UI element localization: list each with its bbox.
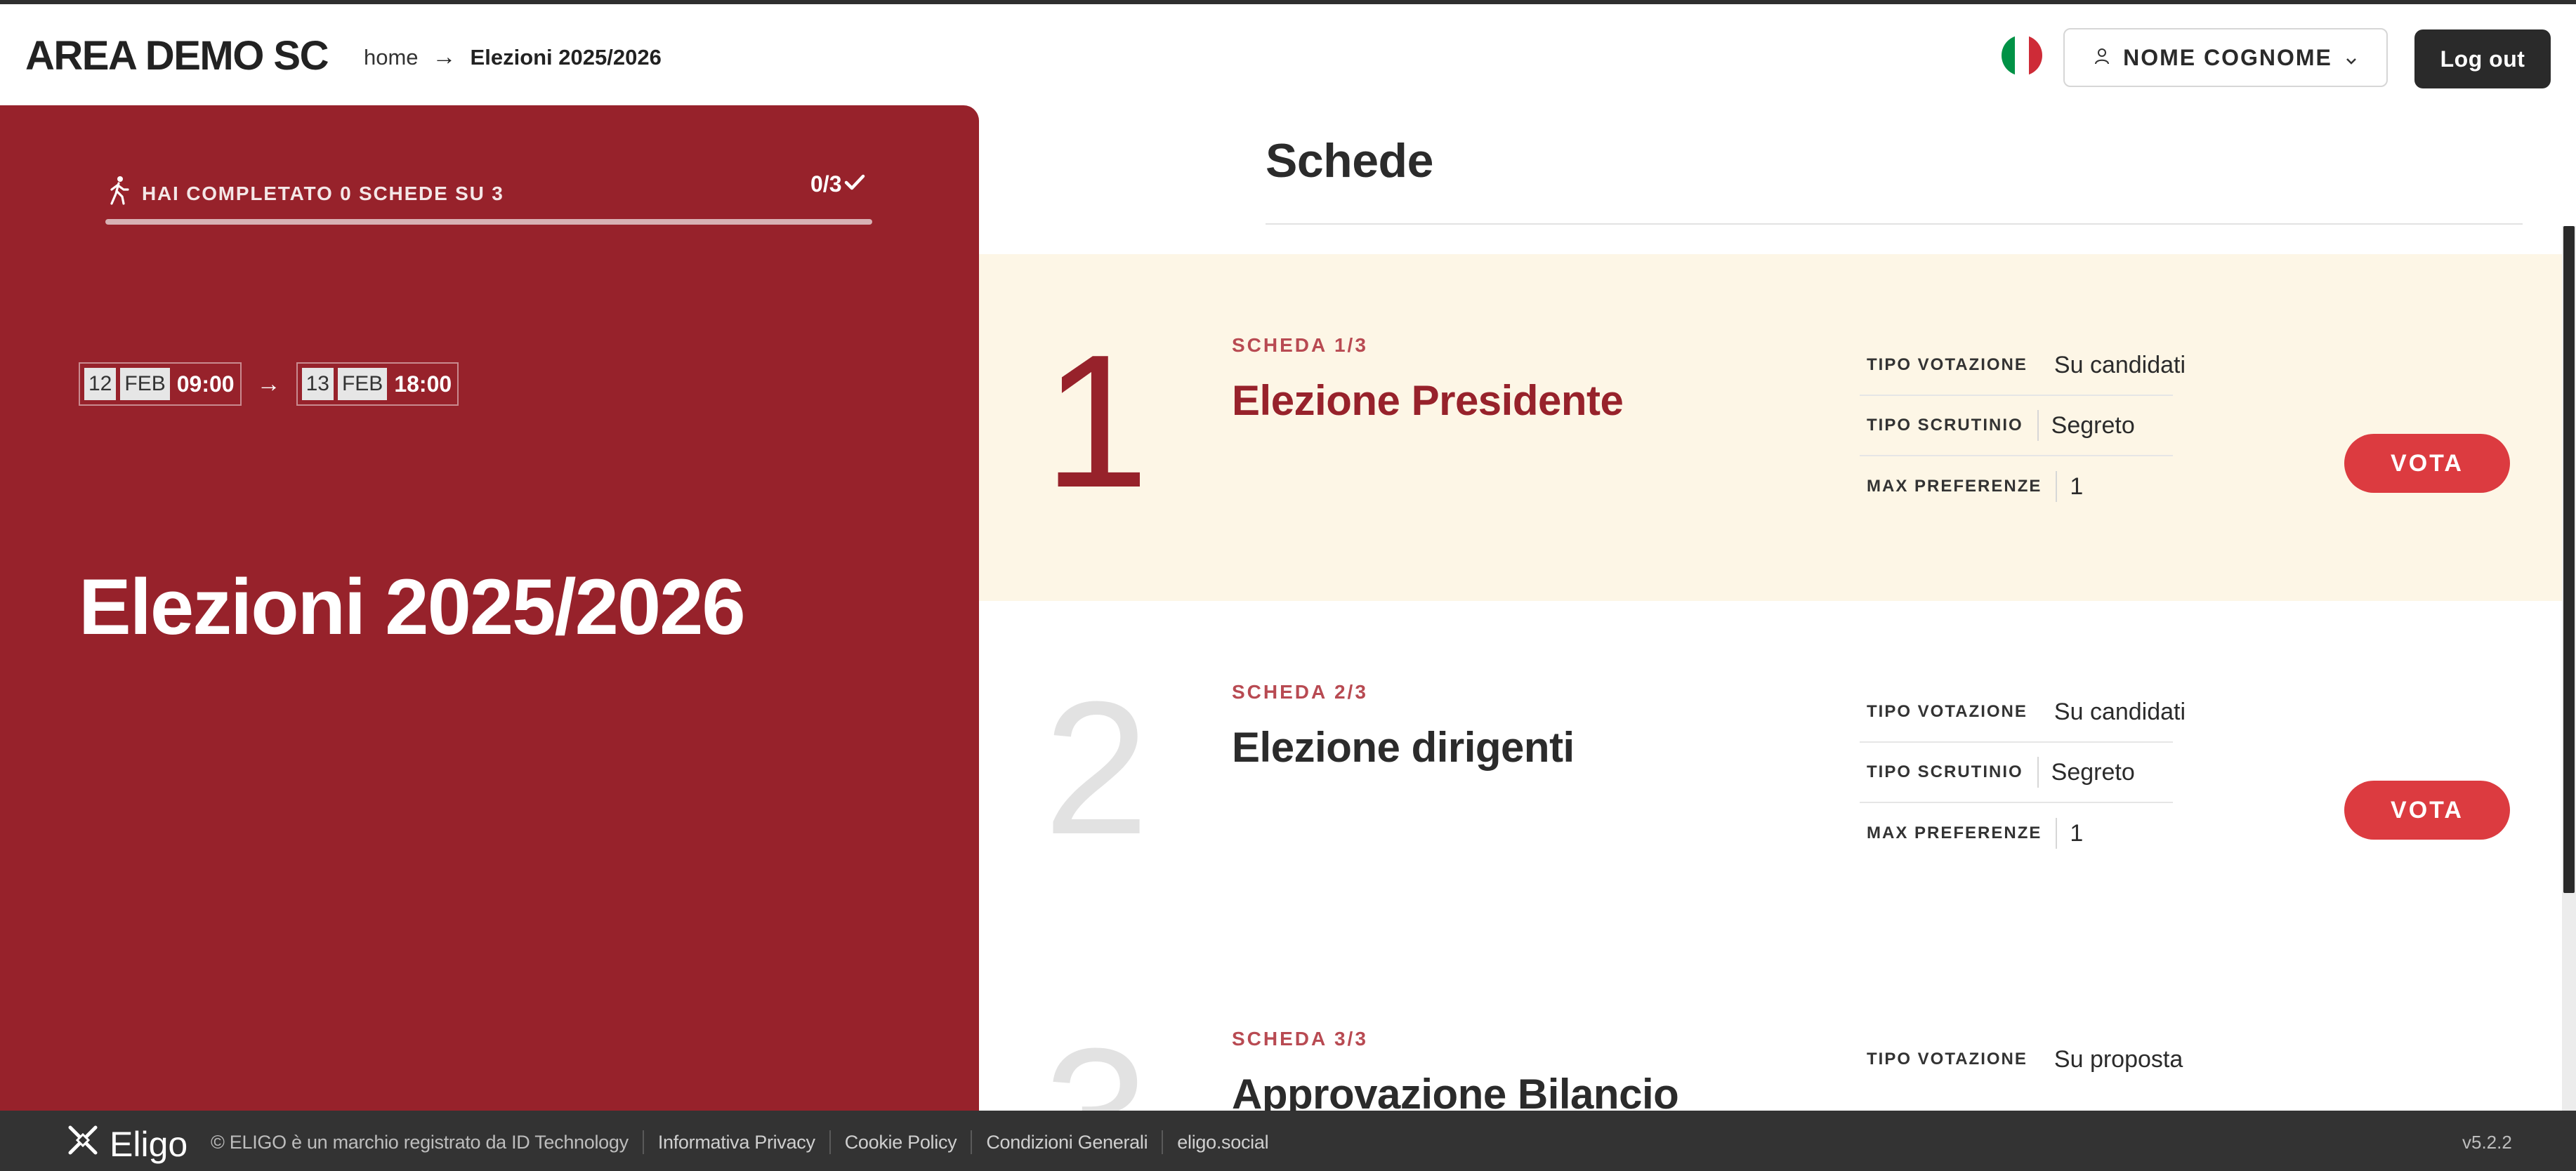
brand-title[interactable]: AREA DEMO SC — [25, 32, 329, 79]
spec-label: TIPO VOTAZIONE — [1867, 355, 2028, 374]
progress-bar — [105, 219, 872, 225]
ballot-specs: TIPO VOTAZIONE Su proposta — [1860, 1029, 2183, 1090]
spec-value: Segreto — [2051, 411, 2135, 439]
vote-button[interactable]: VOTA — [2344, 434, 2510, 493]
end-date: 13 FEB 18:00 — [296, 362, 459, 406]
logout-button[interactable]: Log out — [2414, 29, 2551, 88]
ballot-specs: TIPO VOTAZIONE Su candidati TIPO SCRUTIN… — [1860, 682, 2186, 864]
privacy-link[interactable]: Informativa Privacy — [658, 1132, 815, 1153]
footer-copyright: © ELIGO è un marchio registrato da ID Te… — [211, 1131, 629, 1153]
progress-text: HAI COMPLETATO 0 SCHEDE SU 3 — [142, 182, 504, 204]
spec-row: TIPO VOTAZIONE Su candidati — [1860, 682, 2186, 743]
spec-label: MAX PREFERENZE — [1867, 823, 2042, 842]
arrow-right-icon: → — [256, 370, 281, 397]
spec-label: TIPO SCRUTINIO — [1867, 416, 2023, 435]
breadcrumb-home-link[interactable]: home — [364, 45, 419, 70]
scrollbar-thumb[interactable] — [2563, 226, 2575, 893]
ballot-kicker: SCHEDA 2/3 — [1232, 681, 1368, 703]
start-time: 09:00 — [176, 371, 235, 397]
vote-button[interactable]: VOTA — [2344, 781, 2510, 840]
chevron-down-icon — [2345, 45, 2358, 71]
ballot-kicker: SCHEDA 1/3 — [1232, 334, 1368, 356]
eligo-logo-icon — [65, 1122, 101, 1167]
footer-links: © ELIGO è un marchio registrato da ID Te… — [211, 1130, 1269, 1154]
spec-row: TIPO VOTAZIONE Su proposta — [1860, 1029, 2183, 1090]
spec-row: TIPO VOTAZIONE Su candidati — [1860, 336, 2186, 396]
spec-label: TIPO VOTAZIONE — [1867, 702, 2028, 721]
start-day: 12 — [84, 368, 117, 400]
breadcrumb: home → Elezioni 2025/2026 — [364, 44, 662, 71]
footer-logo-text: Eligo — [110, 1125, 188, 1164]
ballot-title: Approvazione Bilancio — [1232, 1071, 1679, 1111]
ballot-number: 1 — [1044, 316, 1150, 527]
end-month: FEB — [337, 368, 388, 400]
arrow-right-icon: → — [432, 44, 456, 70]
check-icon — [844, 171, 865, 197]
ballot-card-3: 3 SCHEDA 3/3 Approvazione Bilancio TIPO … — [979, 948, 2563, 1111]
ballot-title: Elezione Presidente — [1232, 377, 1624, 424]
spec-row: MAX PREFERENZE 1 — [1860, 456, 2173, 517]
spec-value: Su candidati — [2053, 351, 2186, 378]
spec-label: TIPO VOTAZIONE — [1867, 1050, 2028, 1069]
terms-link[interactable]: Condizioni Generali — [986, 1132, 1148, 1153]
progress-count: 0/3 — [810, 171, 865, 197]
ballot-kicker: SCHEDA 3/3 — [1232, 1028, 1368, 1050]
spec-row: TIPO SCRUTINIO Segreto — [1860, 743, 2173, 803]
section-title: Schede — [1266, 134, 1433, 187]
footer-separator — [829, 1130, 831, 1154]
footer: Eligo © ELIGO è un marchio registrato da… — [0, 1111, 2576, 1171]
footer-separator — [642, 1130, 644, 1154]
cookie-policy-link[interactable]: Cookie Policy — [845, 1132, 957, 1153]
footer-logo[interactable]: Eligo — [65, 1122, 188, 1167]
ballot-card-1: 1 SCHEDA 1/3 Elezione Presidente TIPO VO… — [979, 254, 2563, 601]
start-month: FEB — [120, 368, 170, 400]
election-title: Elezioni 2025/2026 — [79, 563, 746, 651]
walking-person-icon — [107, 176, 131, 211]
spec-label: TIPO SCRUTINIO — [1867, 762, 2023, 781]
start-date: 12 FEB 09:00 — [79, 362, 242, 406]
ballot-title: Elezione dirigenti — [1232, 724, 1575, 771]
eligo-social-link[interactable]: eligo.social — [1177, 1132, 1268, 1153]
progress-label: HAI COMPLETATO 0 SCHEDE SU 3 — [107, 176, 504, 211]
user-icon — [2094, 45, 2110, 71]
spec-value: Su candidati — [2053, 698, 2186, 725]
spec-row: TIPO SCRUTINIO Segreto — [1860, 396, 2173, 456]
spec-value: 1 — [2070, 472, 2084, 500]
spec-value: Su proposta — [2053, 1045, 2183, 1073]
end-day: 13 — [301, 368, 334, 400]
spec-label: MAX PREFERENZE — [1867, 477, 2042, 496]
app-version: v5.2.2 — [2462, 1132, 2512, 1153]
ballot-number: 3 — [1044, 1021, 1149, 1111]
user-menu-button[interactable]: NOME COGNOME — [2063, 28, 2388, 87]
user-name-label: NOME COGNOME — [2123, 44, 2332, 70]
ballot-card-2: 2 SCHEDA 2/3 Elezione dirigenti TIPO VOT… — [979, 601, 2563, 948]
end-time: 18:00 — [394, 371, 452, 397]
breadcrumb-current: Elezioni 2025/2026 — [470, 44, 662, 70]
election-dates: 12 FEB 09:00 → 13 FEB 18:00 — [79, 362, 459, 406]
spec-value: Segreto — [2051, 758, 2135, 786]
ballot-specs: TIPO VOTAZIONE Su candidati TIPO SCRUTIN… — [1860, 336, 2186, 517]
progress-count-text: 0/3 — [810, 171, 842, 197]
header: AREA DEMO SC home → Elezioni 2025/2026 N… — [0, 4, 2576, 105]
spec-row: MAX PREFERENZE 1 — [1860, 803, 2173, 864]
footer-separator — [1162, 1130, 1164, 1154]
scrollbar[interactable] — [2562, 226, 2576, 1111]
italy-flag-icon[interactable] — [2002, 35, 2042, 76]
ballot-number: 2 — [1044, 663, 1150, 874]
footer-separator — [971, 1130, 973, 1154]
divider — [1266, 223, 2523, 225]
spec-value: 1 — [2070, 819, 2084, 847]
